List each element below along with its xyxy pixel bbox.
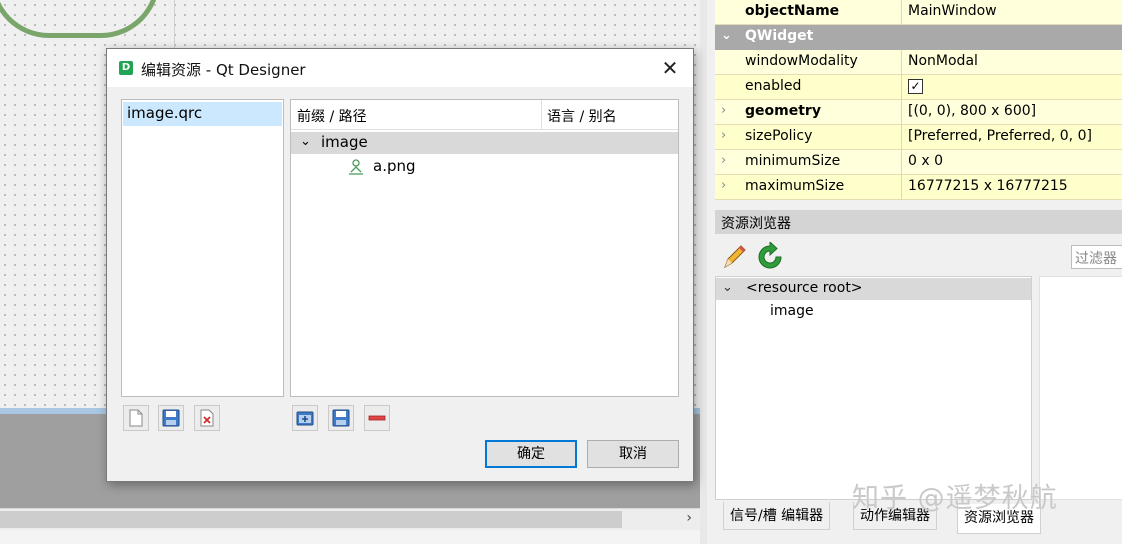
property-group-header[interactable]: ⌄ QWidget: [715, 25, 1122, 50]
property-value[interactable]: [(0, 0), 800 x 600]: [908, 103, 1122, 123]
property-value[interactable]: 16777215 x 16777215: [908, 178, 1122, 198]
file-label: a.png: [373, 157, 416, 175]
resource-browser-toolbar: 过滤器: [715, 236, 1122, 276]
property-name: objectName: [745, 3, 840, 19]
chevron-right-icon[interactable]: ›: [721, 103, 735, 121]
add-files-button[interactable]: [328, 405, 354, 431]
enabled-checkbox[interactable]: ✓: [908, 78, 923, 94]
column-divider[interactable]: [541, 100, 542, 130]
save-icon: [162, 409, 180, 427]
column-header-alias[interactable]: 语言 / 别名: [547, 106, 617, 126]
tree-row-file[interactable]: a.png: [291, 156, 678, 178]
scrollbar-thumb[interactable]: [0, 511, 622, 528]
reload-button[interactable]: [755, 240, 785, 272]
remove-file-button[interactable]: [194, 405, 220, 431]
ok-button[interactable]: 确定: [485, 440, 577, 468]
chevron-down-icon[interactable]: ⌄: [722, 280, 733, 295]
filter-input[interactable]: 过滤器: [1071, 245, 1122, 269]
new-file-button[interactable]: [123, 405, 149, 431]
delete-file-icon: [200, 409, 214, 427]
tree-header: 前缀 / 路径 语言 / 别名: [291, 100, 678, 130]
tree-row-root[interactable]: ⌄ <resource root>: [716, 278, 1031, 300]
save-icon: [332, 409, 350, 427]
list-item[interactable]: image.qrc: [123, 102, 282, 126]
edit-resources-dialog: D 编辑资源 - Qt Designer ✕ image.qrc 前缀 / 路径…: [106, 48, 694, 482]
property-name: geometry: [745, 103, 821, 119]
remove-button[interactable]: [364, 405, 390, 431]
qrc-file-list[interactable]: image.qrc: [121, 99, 284, 397]
property-row[interactable]: › maximumSize 16777215 x 16777215: [715, 175, 1122, 200]
resource-browser-title: 资源浏览器: [715, 210, 1122, 234]
property-row[interactable]: objectName MainWindow: [715, 0, 1122, 25]
resource-file-list[interactable]: [1039, 276, 1122, 500]
column-divider: [901, 75, 902, 100]
tree-root-label: <resource root>: [746, 280, 863, 296]
horizontal-scrollbar[interactable]: ›: [0, 508, 700, 530]
dialog-titlebar[interactable]: D 编辑资源 - Qt Designer ✕: [107, 49, 693, 87]
qt-designer-icon: D: [119, 61, 133, 75]
column-divider: [901, 125, 902, 150]
add-prefix-button[interactable]: [292, 405, 318, 431]
chevron-right-icon[interactable]: ›: [721, 178, 735, 196]
property-row[interactable]: windowModality NonModal: [715, 50, 1122, 75]
column-divider: [901, 175, 902, 200]
property-row[interactable]: › geometry [(0, 0), 800 x 600]: [715, 100, 1122, 125]
chevron-down-icon[interactable]: ⌄: [721, 28, 732, 43]
status-strip: [0, 530, 700, 544]
property-name: windowModality: [745, 53, 858, 69]
property-group-label: QWidget: [745, 28, 814, 44]
property-row[interactable]: enabled ✓: [715, 75, 1122, 100]
scroll-right-icon[interactable]: ›: [686, 510, 692, 526]
chevron-right-icon[interactable]: ›: [721, 128, 735, 146]
new-file-icon: [129, 409, 143, 427]
close-icon[interactable]: ✕: [659, 57, 681, 79]
property-editor: objectName MainWindow ⌄ QWidget windowModali…: [715, 0, 1122, 200]
watermark: 知乎 @遥梦秋航: [852, 483, 1058, 514]
pencil-icon: [724, 245, 746, 269]
image-file-icon: [349, 159, 363, 175]
property-row[interactable]: › minimumSize 0 x 0: [715, 150, 1122, 175]
resource-tree[interactable]: ⌄ <resource root> image: [715, 276, 1032, 500]
property-value[interactable]: NonModal: [908, 53, 1122, 73]
tree-child-label: image: [770, 303, 814, 319]
chevron-right-icon[interactable]: ›: [721, 153, 735, 171]
property-value[interactable]: ✓: [908, 78, 1122, 98]
property-name: enabled: [745, 78, 802, 94]
property-name: minimumSize: [745, 153, 841, 169]
property-name: maximumSize: [745, 178, 845, 194]
open-file-button[interactable]: [158, 405, 184, 431]
column-divider: [901, 0, 902, 25]
right-dock: objectName MainWindow ⌄ QWidget windowModali…: [700, 0, 1122, 544]
property-row[interactable]: › sizePolicy [Preferred, Preferred, 0, 0]: [715, 125, 1122, 150]
dialog-title: 编辑资源 - Qt Designer: [141, 61, 306, 79]
column-divider: [901, 150, 902, 175]
edit-resources-button[interactable]: [719, 242, 749, 272]
property-value[interactable]: 0 x 0: [908, 153, 1122, 173]
property-name: sizePolicy: [745, 128, 813, 144]
column-divider: [901, 100, 902, 125]
tree-row-image[interactable]: image: [716, 301, 1031, 323]
chevron-down-icon[interactable]: ⌄: [300, 134, 311, 149]
prefix-label: image: [321, 133, 368, 151]
cancel-button[interactable]: 取消: [587, 440, 679, 468]
property-value[interactable]: MainWindow: [908, 3, 1122, 23]
resource-path-tree[interactable]: 前缀 / 路径 语言 / 别名 ⌄ image a.png: [290, 99, 679, 397]
add-folder-icon: [296, 411, 314, 426]
column-header-path[interactable]: 前缀 / 路径: [297, 106, 367, 126]
reload-icon: [758, 240, 782, 269]
tab-signal-slot-editor[interactable]: 信号/槽 编辑器: [723, 502, 831, 530]
property-value[interactable]: [Preferred, Preferred, 0, 0]: [908, 128, 1122, 148]
tree-row-prefix[interactable]: ⌄ image: [291, 132, 678, 154]
minus-icon: [368, 415, 386, 421]
column-divider: [901, 50, 902, 75]
